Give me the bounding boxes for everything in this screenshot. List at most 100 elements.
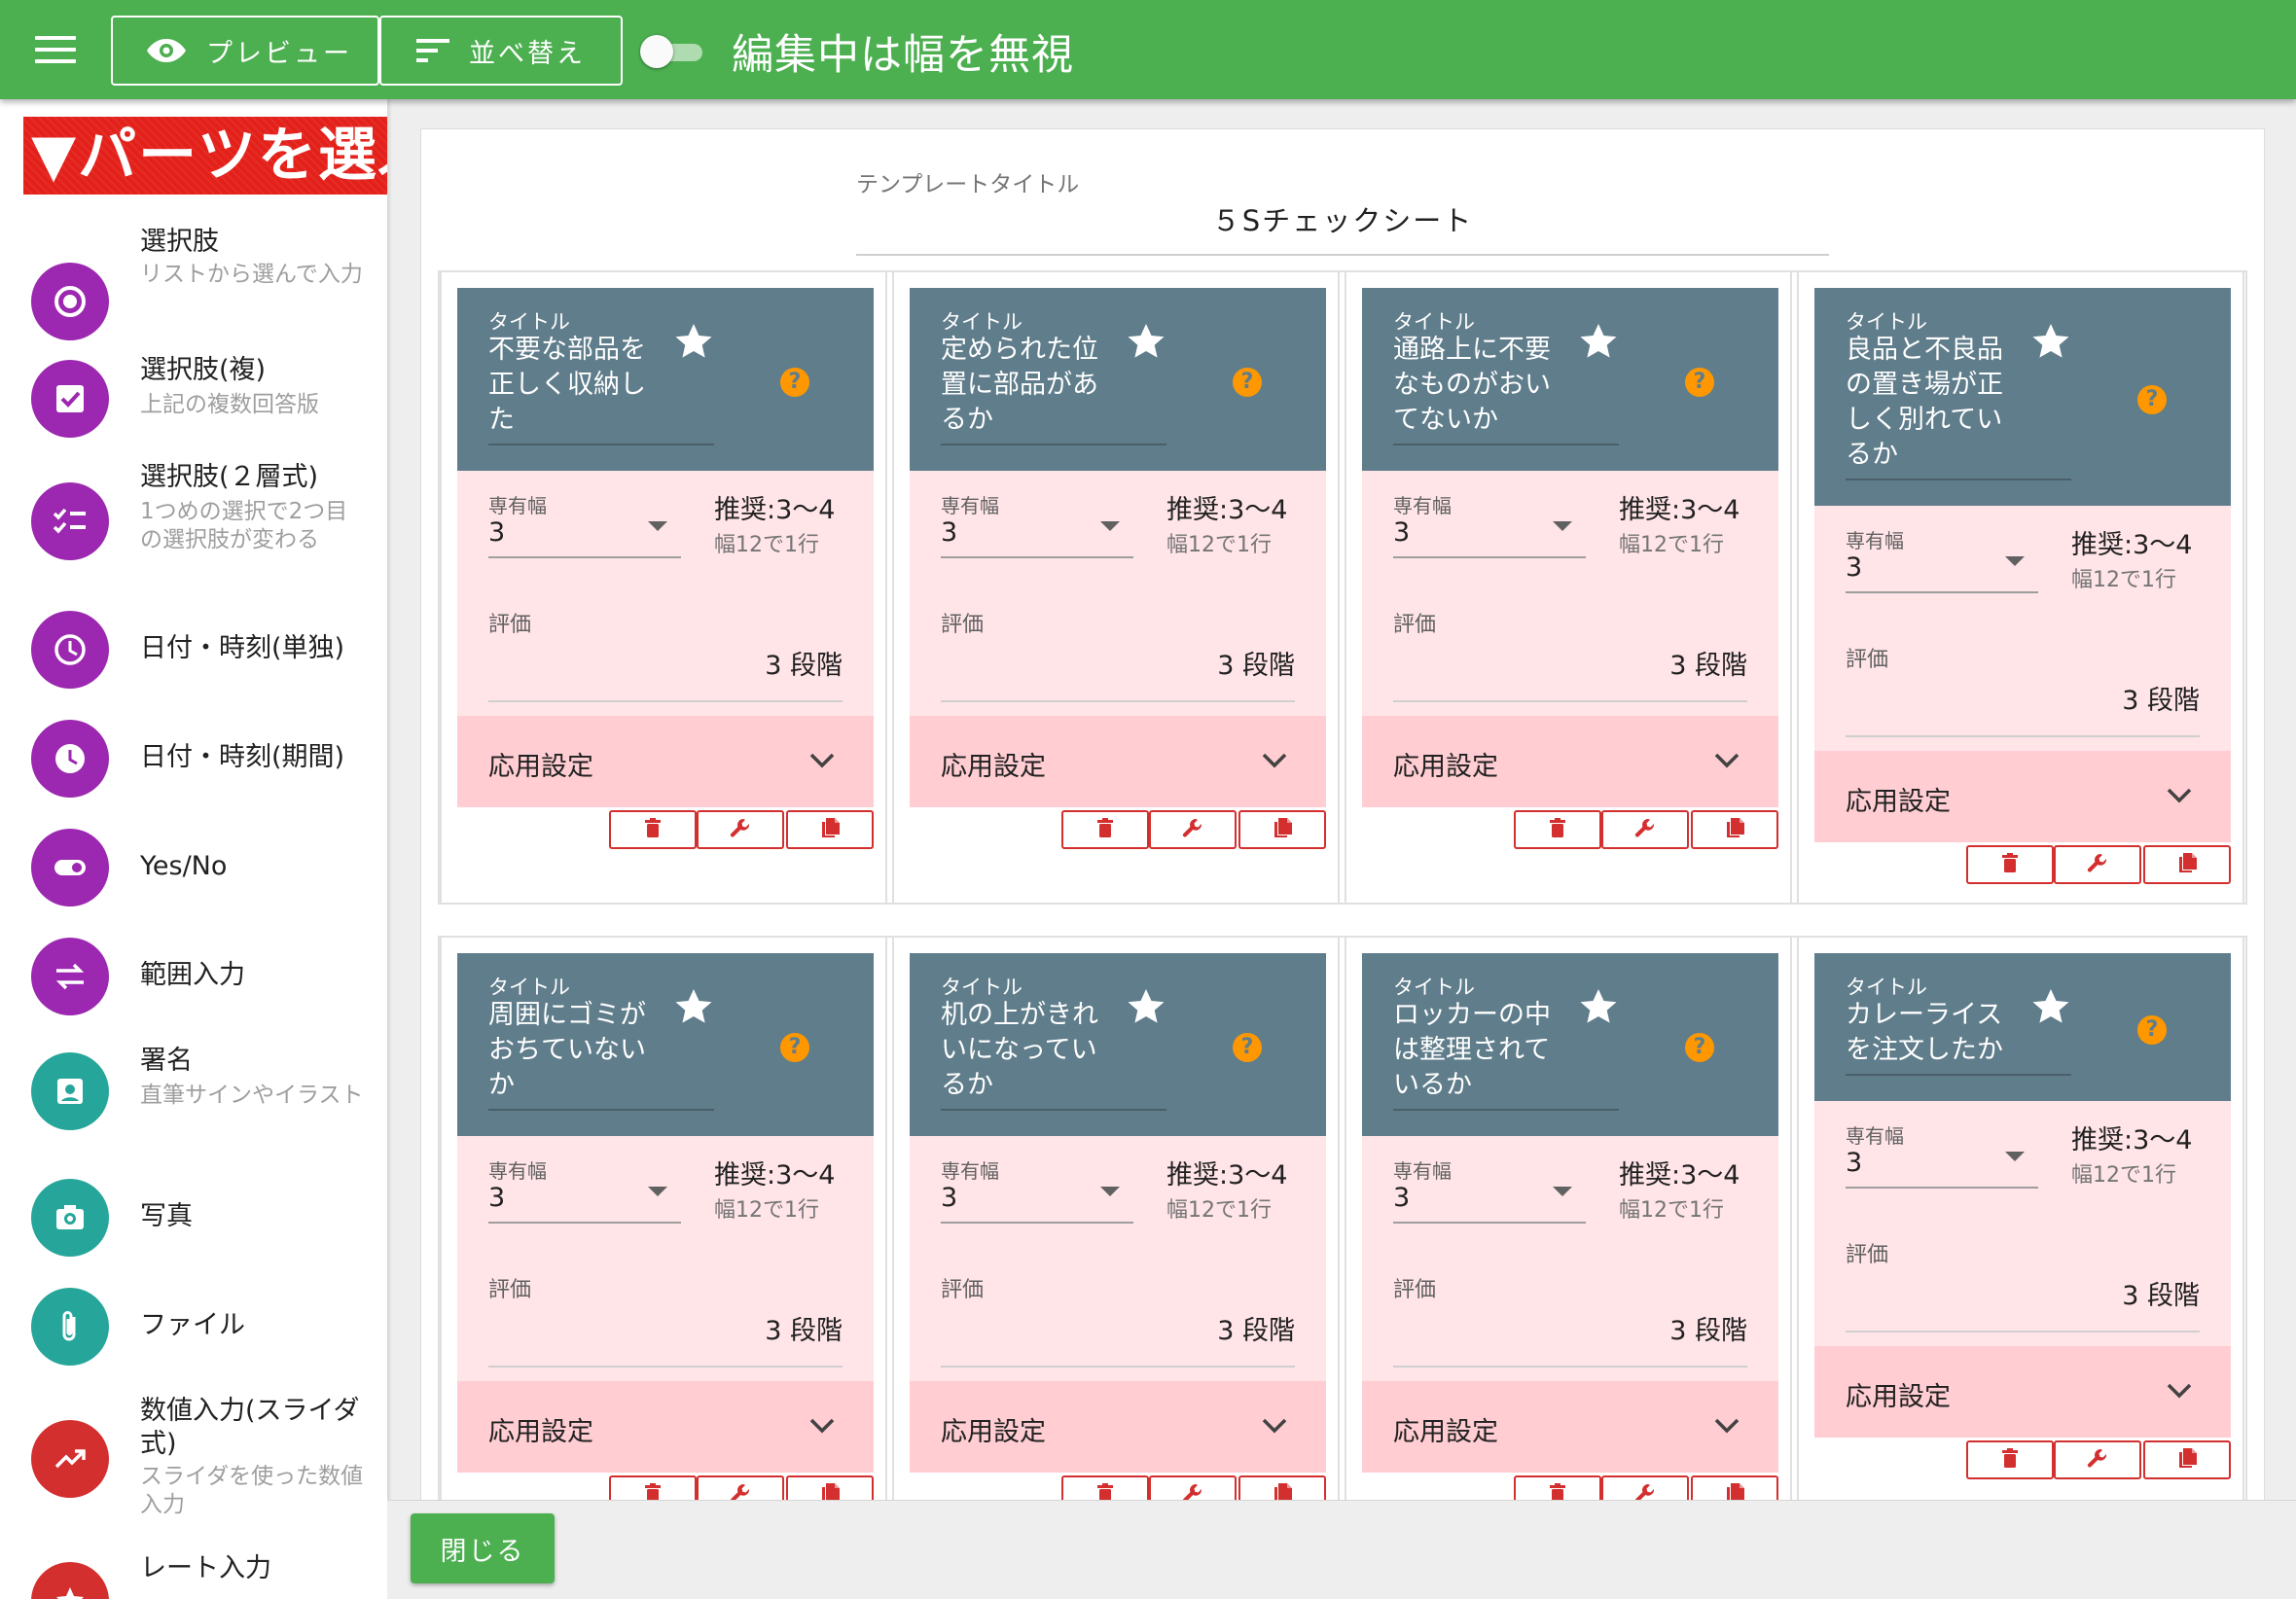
form-part-card[interactable]: タイトル 不要な部品を 正しく収納し た ? 専有幅 3 推奨:3〜4 幅12で… (440, 270, 887, 905)
part-item-slider-number[interactable]: 数値入力(スライダ式) スライダを使った数値入力 (0, 1395, 387, 1531)
camera-icon (31, 1179, 109, 1257)
clock-outline-icon (31, 611, 109, 689)
advanced-settings-expander[interactable]: 応用設定 (1814, 1346, 2231, 1438)
help-icon[interactable]: ? (1233, 1033, 1262, 1062)
duplicate-button[interactable] (1238, 810, 1326, 849)
required-star-icon[interactable] (673, 321, 714, 362)
part-item-yes-no[interactable]: Yes/No (0, 829, 387, 916)
advanced-settings-expander[interactable]: 応用設定 (910, 716, 1326, 807)
card-body: 専有幅 3 推奨:3〜4 幅12で1行 評価 3 段階 (1814, 506, 2231, 751)
width-select[interactable]: 3 (1393, 1183, 1586, 1224)
bottom-bar: 閉じる (387, 1500, 2296, 1599)
required-star-icon[interactable] (673, 986, 714, 1027)
required-star-icon[interactable] (1126, 986, 1166, 1027)
part-item-photo[interactable]: 写真 (0, 1179, 387, 1266)
width-select[interactable]: 3 (488, 1183, 681, 1224)
recommend-text: 推奨:3〜4 (1619, 495, 1740, 525)
toggle-icon (31, 829, 109, 906)
sort-button[interactable]: 並べ替え (379, 16, 623, 86)
help-icon[interactable]: ? (1685, 1033, 1714, 1062)
required-star-icon[interactable] (1126, 321, 1166, 362)
form-part-card[interactable]: タイトル 周囲にゴミが おちていない か ? 専有幅 3 推奨:3〜4 幅12で… (440, 936, 887, 1519)
rating-value[interactable]: 3 段階 (1669, 644, 1747, 682)
required-star-icon[interactable] (2030, 321, 2071, 362)
part-item-file[interactable]: ファイル (0, 1288, 387, 1375)
width-select[interactable]: 3 (1393, 517, 1586, 558)
form-part-card[interactable]: タイトル カレーライス を注文したか ? 専有幅 3 推奨:3〜4 幅12で1行… (1797, 936, 2244, 1519)
rating-value[interactable]: 3 段階 (1217, 1309, 1295, 1347)
rating-label: 評価 (488, 613, 532, 637)
advanced-settings-expander[interactable]: 応用設定 (1362, 716, 1778, 807)
form-part-card[interactable]: タイトル 机の上がきれ いになってい るか ? 専有幅 3 推奨:3〜4 幅12… (892, 936, 1340, 1519)
help-icon[interactable]: ? (1685, 368, 1714, 397)
rating-value[interactable]: 3 段階 (1217, 644, 1295, 682)
delete-button[interactable] (1061, 810, 1149, 849)
part-item-multi-choice[interactable]: 選択肢(複) 上記の複数回答版 (0, 354, 387, 451)
rating-value[interactable]: 3 段階 (765, 1309, 843, 1347)
template-title-label: テンプレートタイトル (856, 172, 1080, 197)
settings-button[interactable] (697, 810, 784, 849)
settings-button[interactable] (1149, 810, 1237, 849)
sort-icon (416, 39, 449, 62)
rating-value[interactable]: 3 段階 (2122, 679, 2200, 717)
duplicate-button[interactable] (2143, 845, 2231, 884)
advanced-settings-expander[interactable]: 応用設定 (457, 716, 874, 807)
advanced-settings-expander[interactable]: 応用設定 (1362, 1381, 1778, 1473)
rating-label: 評価 (1393, 613, 1437, 637)
swap-arrows-icon (31, 938, 109, 1015)
form-part-card[interactable]: タイトル 通路上に不要 なものがおい てないか ? 専有幅 3 推奨:3〜4 幅… (1345, 270, 1792, 905)
card-body: 専有幅 3 推奨:3〜4 幅12で1行 評価 3 段階 (1362, 1136, 1778, 1381)
duplicate-button[interactable] (1691, 810, 1778, 849)
recommend-text: 推奨:3〜4 (2071, 1125, 2193, 1155)
width-select[interactable]: 3 (1846, 552, 2038, 593)
part-item-choice[interactable]: 選択肢 リストから選んで入力 (0, 226, 387, 340)
close-button[interactable]: 閉じる (411, 1513, 555, 1583)
help-icon[interactable]: ? (2137, 1015, 2167, 1045)
rating-value[interactable]: 3 段階 (765, 644, 843, 682)
required-star-icon[interactable] (1578, 986, 1619, 1027)
part-item-date-range[interactable]: 日付・時刻(期間) (0, 720, 387, 807)
part-item-signature[interactable]: 署名 直筆サインやイラスト (0, 1045, 387, 1161)
duplicate-button[interactable] (2143, 1440, 2231, 1479)
form-part-card[interactable]: タイトル ロッカーの中 は整理されて いるか ? 専有幅 3 推奨:3〜4 幅1… (1345, 936, 1792, 1519)
menu-icon[interactable] (35, 36, 76, 65)
settings-button[interactable] (2054, 1440, 2141, 1479)
help-icon[interactable]: ? (780, 368, 809, 397)
settings-button[interactable] (2054, 845, 2141, 884)
delete-button[interactable] (609, 810, 697, 849)
delete-button[interactable] (1966, 1440, 2054, 1479)
signature-icon (31, 1052, 109, 1130)
rating-value[interactable]: 3 段階 (1669, 1309, 1747, 1347)
help-icon[interactable]: ? (2137, 385, 2167, 414)
delete-button[interactable] (1966, 845, 2054, 884)
card-body: 専有幅 3 推奨:3〜4 幅12で1行 評価 3 段階 (457, 471, 874, 716)
part-item-date-single[interactable]: 日付・時刻(単独) (0, 611, 387, 698)
delete-button[interactable] (1514, 810, 1601, 849)
rating-underline (941, 1366, 1295, 1368)
width-select[interactable]: 3 (488, 517, 681, 558)
part-item-range[interactable]: 範囲入力 (0, 938, 387, 1025)
advanced-settings-expander[interactable]: 応用設定 (910, 1381, 1326, 1473)
part-item-two-level-choice[interactable]: 選択肢(２層式) 1つめの選択で2つ目の選択肢が変わる (0, 457, 387, 603)
advanced-settings-expander[interactable]: 応用設定 (1814, 751, 2231, 842)
settings-button[interactable] (1601, 810, 1689, 849)
advanced-settings-expander[interactable]: 応用設定 (457, 1381, 874, 1473)
required-star-icon[interactable] (1578, 321, 1619, 362)
copy-icon (2176, 1447, 2198, 1473)
width-select[interactable]: 3 (941, 1183, 1133, 1224)
help-icon[interactable]: ? (1233, 368, 1262, 397)
help-icon[interactable]: ? (780, 1033, 809, 1062)
form-part-card[interactable]: タイトル 定められた位 置に部品があ るか ? 専有幅 3 推奨:3〜4 幅12… (892, 270, 1340, 905)
preview-button[interactable]: プレビュー (111, 16, 379, 86)
template-title-input[interactable]: ５Sチェックシート (856, 198, 1829, 239)
form-part-card[interactable]: タイトル 良品と不良品 の置き場が正 しく別れてい るか ? 専有幅 3 推奨:… (1797, 270, 2244, 905)
width-select[interactable]: 3 (941, 517, 1133, 558)
part-subtitle: 上記の複数回答版 (140, 392, 319, 417)
width-select[interactable]: 3 (1846, 1148, 2038, 1189)
duplicate-button[interactable] (786, 810, 874, 849)
rating-label: 評価 (941, 1278, 985, 1302)
ignore-width-toggle[interactable] (640, 35, 706, 68)
part-item-rate[interactable]: レート入力 (0, 1552, 387, 1599)
rating-value[interactable]: 3 段階 (2122, 1274, 2200, 1312)
required-star-icon[interactable] (2030, 986, 2071, 1027)
